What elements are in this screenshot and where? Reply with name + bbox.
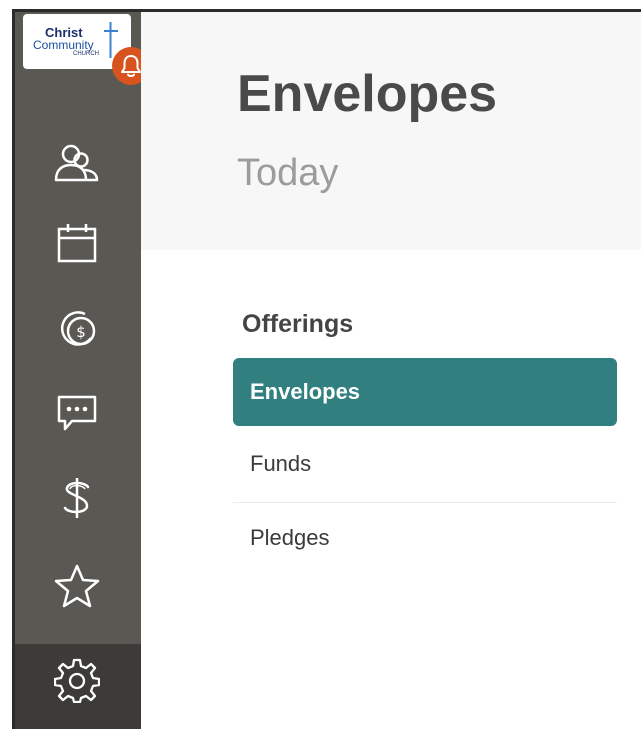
page-subtitle: Today: [237, 152, 339, 194]
menu-divider: [233, 502, 617, 503]
menu-item-label: Funds: [250, 451, 312, 476]
logo-text-community: Community: [33, 37, 94, 52]
dollar-icon: [63, 478, 90, 518]
people-icon: [54, 144, 99, 182]
star-icon: [54, 564, 100, 608]
logo-text-church: CHURCH: [73, 50, 99, 57]
page-title: Envelopes: [237, 65, 498, 123]
menu-item-envelopes[interactable]: Envelopes: [233, 358, 617, 426]
calendar-icon: [57, 224, 97, 263]
sidebar: Christ Community CHURCH $: [15, 12, 150, 729]
sidebar-item-settings[interactable]: [47, 654, 107, 706]
sidebar-item-calendar[interactable]: [47, 217, 107, 269]
menu-item-funds[interactable]: Funds: [233, 430, 617, 498]
sidebar-item-finance[interactable]: [47, 472, 107, 524]
menu-item-label: Pledges: [250, 525, 330, 550]
sidebar-item-messages[interactable]: [47, 387, 107, 439]
chat-icon: [57, 395, 97, 431]
menu-item-label: Envelopes: [250, 379, 361, 404]
top-margin: [0, 0, 641, 9]
logo-text-christ: Christ: [45, 24, 83, 40]
coins-icon: $: [60, 311, 96, 346]
sidebar-item-people[interactable]: [47, 138, 107, 190]
offerings-heading: Offerings: [242, 310, 354, 338]
menu-item-pledges[interactable]: Pledges: [233, 504, 617, 572]
bell-icon: [121, 55, 141, 77]
gear-icon: [54, 658, 100, 703]
sidebar-item-giving[interactable]: $: [47, 302, 107, 354]
svg-text:$: $: [76, 323, 86, 341]
sidebar-item-favorites[interactable]: [47, 560, 107, 612]
page-header: Envelopes Today: [141, 12, 641, 250]
